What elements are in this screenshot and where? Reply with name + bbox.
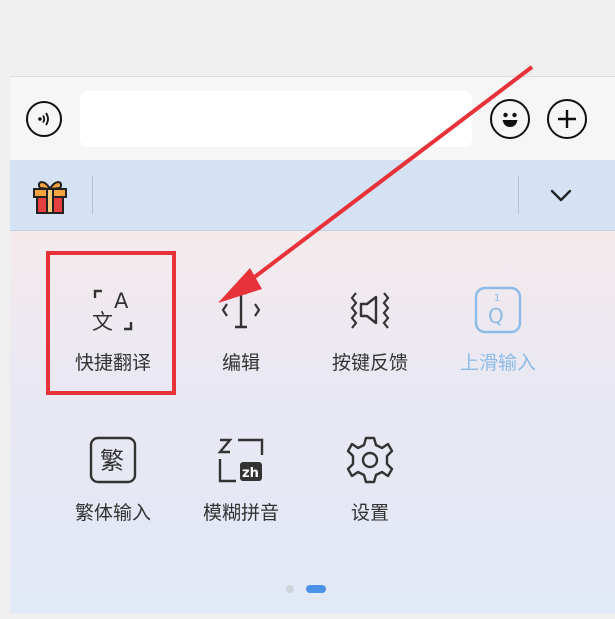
highlight-box <box>46 251 176 395</box>
swipe-up-input-icon: 1 Q <box>474 286 522 334</box>
keyboard-panel: A 文 快捷翻译 编辑 按键反馈 1 Q 上滑输入 繁 繁体输入 zh 模糊拼音… <box>10 76 615 613</box>
plus-icon <box>558 110 576 128</box>
key-feedback-icon <box>350 292 390 329</box>
grid-item-key-feedback[interactable]: 按键反馈 <box>306 285 434 405</box>
input-row <box>10 76 615 161</box>
add-button[interactable] <box>547 99 587 139</box>
grid-item-label: 上滑输入 <box>459 352 536 374</box>
gear-icon <box>346 436 394 484</box>
fuzzy-icon-text: zh <box>242 466 259 481</box>
toolbar-divider <box>518 176 519 214</box>
swipe-icon-number: 1 <box>494 293 500 304</box>
keyboard-toolbar <box>10 160 615 231</box>
fuzzy-pinyin-icon: zh <box>217 438 264 483</box>
grid-item-label: 编辑 <box>221 352 260 374</box>
grid-item-label: 模糊拼音 <box>202 502 279 524</box>
traditional-chinese-icon: 繁 <box>89 436 137 484</box>
gift-button[interactable] <box>30 176 70 216</box>
page-dot-active <box>306 585 326 593</box>
swipe-icon-letter: Q <box>488 304 504 328</box>
grid-item-label: 按键反馈 <box>331 352 408 374</box>
text-input[interactable] <box>80 91 472 147</box>
page-indicator <box>284 582 334 594</box>
grid-item-swipe-input[interactable]: 1 Q 上滑输入 <box>434 285 562 405</box>
gift-icon <box>33 181 67 214</box>
page-dot <box>286 585 294 593</box>
collapse-button[interactable] <box>546 182 576 208</box>
grid-item-label: 繁体输入 <box>74 502 151 524</box>
traditional-icon-char: 繁 <box>100 447 124 475</box>
emoji-button[interactable] <box>490 99 530 139</box>
voice-button[interactable] <box>26 101 62 137</box>
chevron-down-icon <box>550 189 572 202</box>
grid-item-settings[interactable]: 设置 <box>306 435 434 555</box>
grid-item-fuzzy-pinyin[interactable]: zh 模糊拼音 <box>177 435 305 555</box>
grid-item-traditional-input[interactable]: 繁 繁体输入 <box>49 435 177 555</box>
smiley-icon <box>502 112 518 127</box>
sound-wave-icon <box>38 112 49 126</box>
function-grid: A 文 快捷翻译 编辑 按键反馈 1 Q 上滑输入 繁 繁体输入 zh 模糊拼音… <box>10 231 615 613</box>
grid-item-edit[interactable]: 编辑 <box>177 285 305 405</box>
edit-cursor-icon <box>221 291 261 329</box>
toolbar-divider <box>92 176 93 214</box>
grid-item-label: 设置 <box>350 502 389 524</box>
